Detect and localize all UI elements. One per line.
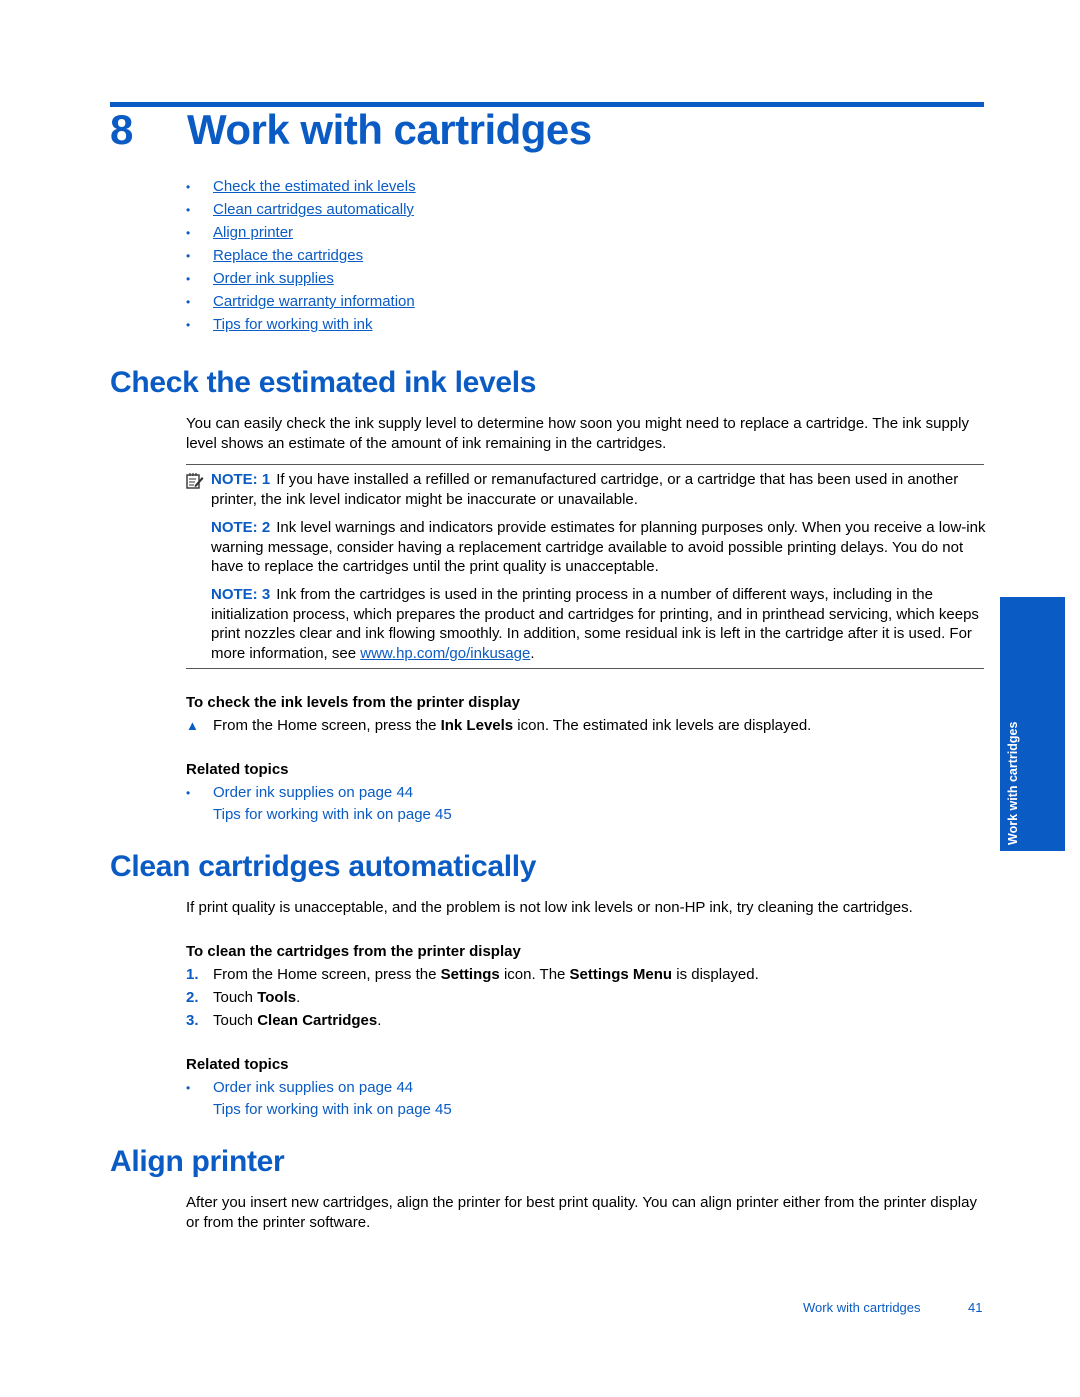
note-3: NOTE: 3 Ink from the cartridges is used i… — [211, 585, 986, 663]
note-icon — [186, 473, 204, 489]
step-text: icon. The estimated ink levels are displ… — [513, 717, 812, 734]
step-text: From the Home screen, press the — [213, 966, 441, 983]
toc-link-align-printer[interactable]: Align printer — [213, 224, 293, 241]
bullet: • — [186, 295, 191, 309]
bullet: • — [186, 786, 191, 800]
note-label: NOTE: 1 — [211, 471, 271, 488]
step-text: is displayed. — [672, 966, 759, 983]
toc-link-clean-cartridges[interactable]: Clean cartridges automatically — [213, 201, 414, 218]
toc-item: • Cartridge warranty information — [186, 290, 416, 313]
note-text: If you have installed a refilled or rema… — [211, 471, 959, 508]
step-text: Touch — [213, 1012, 258, 1029]
related-topics-title: Related topics — [186, 1056, 289, 1073]
step-text: From the Home screen, press the — [213, 717, 441, 734]
note-label: NOTE: 3 — [211, 586, 271, 603]
bullet: • — [186, 226, 191, 240]
toc-item: • Check the estimated ink levels — [186, 175, 416, 198]
triangle-icon: ▲ — [186, 718, 199, 733]
note-1: NOTE: 1 If you have installed a refilled … — [211, 470, 986, 509]
step-text-bold: Ink Levels — [440, 717, 514, 734]
related-link-tips[interactable]: Tips for working with ink on page 45 — [213, 1101, 452, 1118]
section-heading-align: Align printer — [110, 1145, 285, 1178]
step-text: . — [296, 989, 301, 1006]
footer-page-number: 41 — [968, 1300, 983, 1315]
procedure-step: ▲ From the Home screen, press the Ink Lev… — [186, 717, 811, 734]
step-text: Touch — [213, 989, 258, 1006]
step-number: 1. — [186, 966, 199, 983]
step-number: 3. — [186, 1012, 199, 1029]
toc-link-replace-cartridges[interactable]: Replace the cartridges — [213, 247, 363, 264]
step-text: . — [377, 1012, 382, 1029]
toc-link-tips[interactable]: Tips for working with ink — [213, 316, 373, 333]
related-item: Tips for working with ink on page 45 — [186, 1099, 452, 1120]
related-item: • Order ink supplies on page 44 — [186, 782, 452, 804]
step-number: 2. — [186, 989, 199, 1006]
chapter-side-tab: Work with cartridges — [1000, 597, 1065, 851]
procedure-step-3: 3. Touch Clean Cartridges. — [186, 1012, 381, 1029]
toc-item: • Clean cartridges automatically — [186, 198, 416, 221]
step-text-bold: Clean Cartridges — [257, 1012, 378, 1029]
related-item: Tips for working with ink on page 45 — [186, 804, 452, 825]
note-text-end: . — [530, 644, 535, 662]
note-text: Ink level warnings and indicators provid… — [211, 519, 986, 575]
section-heading-check-ink: Check the estimated ink levels — [110, 366, 537, 399]
bullet: • — [186, 203, 191, 217]
step-text: icon. The — [499, 966, 570, 983]
note-top-rule — [186, 464, 984, 465]
bullet: • — [186, 180, 191, 194]
side-tab-label: Work with cartridges — [1006, 721, 1020, 845]
note-label: NOTE: 2 — [211, 519, 271, 536]
inkusage-link[interactable]: www.hp.com/go/inkusage — [360, 645, 530, 662]
related-item: • Order ink supplies on page 44 — [186, 1077, 452, 1099]
procedure-title: To clean the cartridges from the printer… — [186, 943, 521, 960]
step-text-bold: Settings Menu — [569, 966, 673, 983]
related-link-order-ink[interactable]: Order ink supplies on page 44 — [213, 784, 413, 801]
section-intro: After you insert new cartridges, align t… — [186, 1194, 977, 1231]
chapter-title: Work with cartridges — [187, 106, 592, 153]
bullet: • — [186, 249, 191, 263]
related-link-order-ink[interactable]: Order ink supplies on page 44 — [213, 1079, 413, 1096]
note-bottom-rule — [186, 668, 984, 669]
toc-link-warranty[interactable]: Cartridge warranty information — [213, 293, 415, 310]
note-text: Ink from the cartridges is used in the p… — [211, 586, 979, 662]
toc-link-order-ink[interactable]: Order ink supplies — [213, 270, 334, 287]
bullet: • — [186, 318, 191, 332]
section-intro: If print quality is unacceptable, and th… — [186, 899, 913, 916]
chapter-number: 8 — [110, 106, 133, 153]
footer-chapter: Work with cartridges — [803, 1300, 921, 1315]
toc-link-check-ink-levels[interactable]: Check the estimated ink levels — [213, 178, 416, 195]
toc-item: • Tips for working with ink — [186, 313, 416, 336]
bullet: • — [186, 272, 191, 286]
step-text-bold: Settings — [440, 966, 500, 983]
procedure-step-2: 2. Touch Tools. — [186, 989, 300, 1006]
bullet: • — [186, 1081, 191, 1095]
chapter-toc: • Check the estimated ink levels • Clean c… — [186, 175, 416, 336]
related-topics-title: Related topics — [186, 761, 289, 778]
procedure-title: To check the ink levels from the printer… — [186, 694, 520, 711]
toc-item: • Align printer — [186, 221, 416, 244]
section-intro: You can easily check the ink supply leve… — [186, 415, 969, 452]
related-topics-list: • Order ink supplies on page 44 Tips for … — [186, 782, 452, 825]
related-link-tips[interactable]: Tips for working with ink on page 45 — [213, 806, 452, 823]
step-text-bold: Tools — [257, 989, 297, 1006]
toc-item: • Replace the cartridges — [186, 244, 416, 267]
note-2: NOTE: 2 Ink level warnings and indicators… — [211, 518, 986, 577]
section-heading-clean: Clean cartridges automatically — [110, 850, 537, 883]
toc-item: • Order ink supplies — [186, 267, 416, 290]
chapter-heading: 8 Work with cartridges — [110, 106, 592, 154]
related-topics-list: • Order ink supplies on page 44 Tips for … — [186, 1077, 452, 1120]
procedure-step-1: 1. From the Home screen, press the Settin… — [186, 966, 759, 983]
